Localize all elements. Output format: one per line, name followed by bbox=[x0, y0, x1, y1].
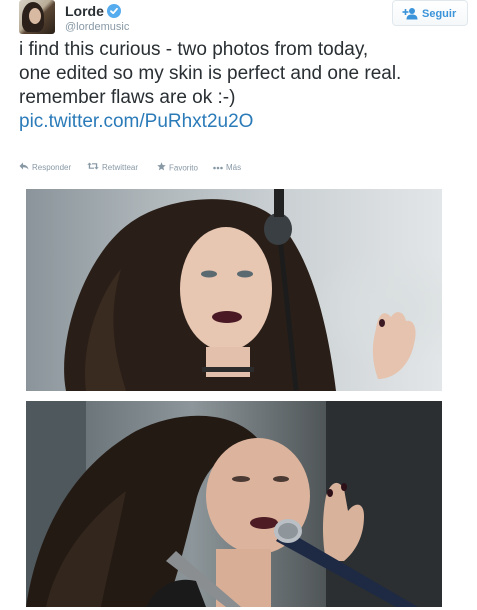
reply-label: Responder bbox=[32, 163, 72, 172]
favorite-label: Favorito bbox=[169, 163, 198, 173]
star-icon bbox=[157, 162, 166, 175]
retweet-icon bbox=[87, 162, 99, 174]
verified-badge-icon bbox=[107, 4, 121, 18]
follow-button-label: Seguir bbox=[422, 8, 457, 20]
tweet-text-line: i find this curious - two photos from to… bbox=[19, 39, 369, 60]
follow-user-icon bbox=[402, 7, 418, 20]
reply-button[interactable]: Responder bbox=[19, 162, 71, 174]
tweet-text-line: one edited so my skin is perfect and one… bbox=[19, 63, 402, 84]
tweet-text-line: remember flaws are ok :-) bbox=[19, 87, 236, 108]
favorite-button[interactable]: Favorito bbox=[157, 162, 198, 175]
screen-name[interactable]: @lordemusic bbox=[65, 21, 129, 34]
more-button[interactable]: Más bbox=[213, 162, 241, 174]
tweet-photo-real[interactable] bbox=[26, 401, 442, 607]
retweet-button[interactable]: Retwittear bbox=[87, 162, 138, 174]
follow-button[interactable]: Seguir bbox=[392, 0, 468, 26]
avatar[interactable] bbox=[19, 0, 55, 34]
tweet-header: Lorde @lordemusic Seguir bbox=[19, 0, 468, 36]
more-label: Más bbox=[226, 163, 242, 172]
more-dots-icon bbox=[213, 162, 223, 174]
photo-illustration bbox=[64, 189, 416, 391]
tweet-media-link[interactable]: pic.twitter.com/PuRhxt2u2O bbox=[19, 111, 253, 132]
tweet-text: i find this curious - two photos from to… bbox=[19, 38, 471, 134]
tweet-photo-edited[interactable] bbox=[26, 189, 442, 391]
avatar-face bbox=[29, 8, 41, 24]
photo-illustration bbox=[26, 401, 442, 607]
tweet-card: Lorde @lordemusic Seguir i find this cur… bbox=[0, 0, 477, 610]
retweet-label: Retwittear bbox=[102, 163, 139, 172]
display-name[interactable]: Lorde bbox=[65, 3, 104, 19]
reply-icon bbox=[19, 162, 29, 174]
